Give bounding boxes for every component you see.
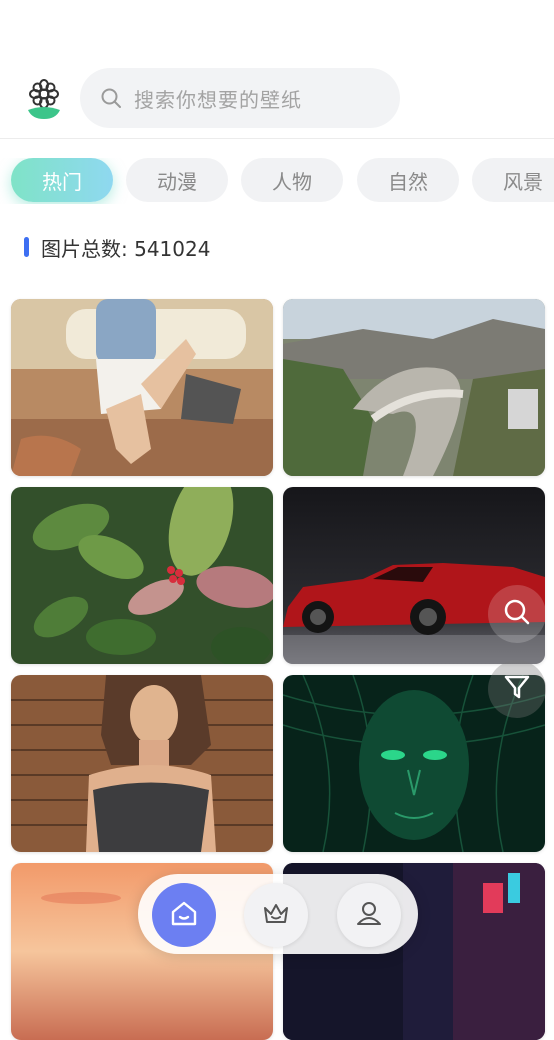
search-placeholder: 搜索你想要的壁纸 (134, 87, 302, 112)
wallpaper-card[interactable] (11, 299, 273, 476)
nav-profile-button[interactable] (337, 883, 401, 947)
app-header: 搜索你想要的壁纸 (0, 0, 554, 139)
crown-icon (261, 898, 291, 932)
tab-scenery[interactable]: 风景 (472, 158, 554, 202)
nav-vip-button[interactable] (244, 883, 308, 947)
search-icon (503, 598, 531, 630)
bottom-navigation (138, 874, 418, 954)
image-count: 图片总数: 541024 (24, 232, 210, 262)
tab-nature[interactable]: 自然 (357, 158, 459, 202)
tab-hot[interactable]: 热门 (11, 158, 113, 202)
user-icon (354, 898, 384, 932)
tab-anime[interactable]: 动漫 (126, 158, 228, 202)
floating-search-button[interactable] (488, 585, 546, 643)
floating-filter-button[interactable] (488, 660, 546, 718)
nav-home-button[interactable] (152, 883, 216, 947)
search-icon (100, 87, 122, 109)
wallpaper-card[interactable] (283, 299, 545, 476)
category-tabs: 热门 动漫 人物 自然 风景 (0, 158, 554, 204)
count-indicator-bar (24, 237, 29, 257)
image-count-label: 图片总数: 541024 (41, 236, 211, 261)
wallpaper-card[interactable] (11, 675, 273, 852)
tab-people[interactable]: 人物 (241, 158, 343, 202)
search-input[interactable]: 搜索你想要的壁纸 (80, 68, 400, 128)
wallpaper-card[interactable] (11, 487, 273, 664)
filter-icon (503, 673, 531, 705)
flower-logo-icon (24, 78, 64, 120)
home-icon (169, 898, 199, 932)
